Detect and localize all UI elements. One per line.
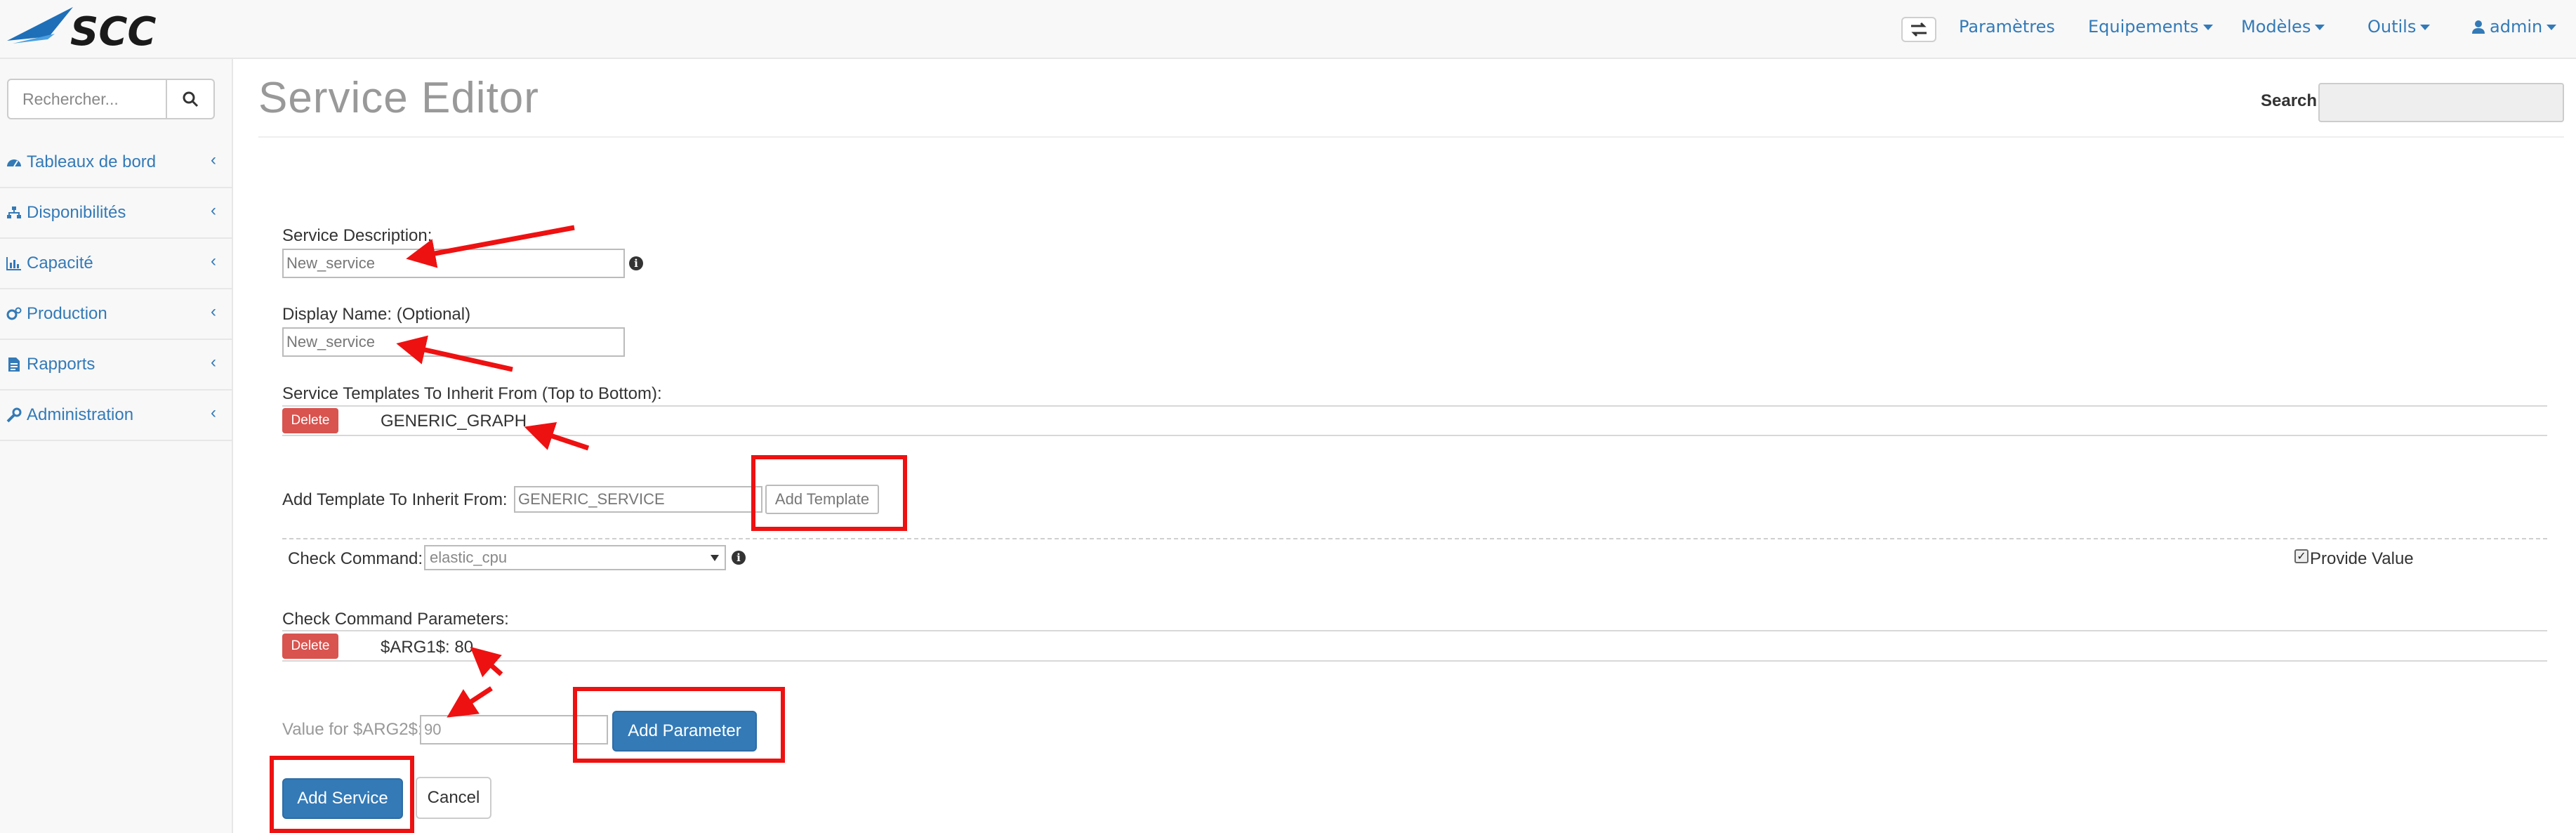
sidebar-item-label: Disponibilités (27, 203, 126, 222)
nav-equipements[interactable]: Equipements (2088, 17, 2213, 37)
sidebar-search-input[interactable]: Rechercher... (7, 79, 167, 119)
service-description-label: Service Description: (282, 226, 432, 245)
exchange-icon[interactable] (1901, 17, 1936, 42)
service-description-input[interactable]: New_service (282, 249, 625, 278)
delete-template-button[interactable]: Delete (282, 408, 338, 433)
section-divider (282, 538, 2547, 539)
chevron-left-icon: ‹ (211, 302, 216, 321)
cancel-button[interactable]: Cancel (416, 777, 491, 819)
scc-logo[interactable]: SCC (6, 6, 195, 55)
nav-admin[interactable]: admin (2471, 17, 2557, 37)
annotation-box-add-service (270, 756, 414, 833)
add-template-input[interactable]: GENERIC_SERVICE (514, 486, 762, 513)
sidebar-item-production[interactable]: Production ‹ (0, 289, 232, 340)
dashboard-icon (6, 154, 22, 171)
table-search-input[interactable] (2318, 83, 2564, 122)
check-command-select[interactable]: elastic_cpu (424, 545, 726, 570)
delete-parameter-button[interactable]: Delete (282, 634, 338, 659)
info-icon[interactable]: i (629, 256, 643, 270)
nav-modeles[interactable]: Modèles (2241, 17, 2325, 37)
user-icon (2472, 20, 2485, 34)
sidebar-item-capacite[interactable]: Capacité ‹ (0, 239, 232, 289)
sidebar-item-label: Rapports (27, 355, 95, 374)
chevron-left-icon: ‹ (211, 353, 216, 372)
sidebar: Rechercher... Tableaux de bord ‹ Disponi… (0, 59, 233, 833)
sidebar-item-label: Tableaux de bord (27, 152, 157, 171)
template-entry: GENERIC_GRAPH (381, 412, 527, 431)
arrow-parameter (470, 646, 503, 678)
gears-icon (6, 306, 22, 322)
chevron-left-icon: ‹ (211, 403, 216, 422)
display-name-label: Display Name: (Optional) (282, 305, 471, 324)
chevron-left-icon: ‹ (211, 251, 216, 270)
chevron-left-icon: ‹ (211, 150, 216, 169)
display-name-input[interactable]: New_service (282, 327, 625, 357)
chevron-down-icon (2202, 25, 2213, 30)
annotation-box-add-parameter (573, 687, 785, 763)
sidebar-item-label: Production (27, 304, 107, 323)
nav-parametres[interactable]: Paramètres (1959, 17, 2055, 37)
annotation-box-add-template (751, 455, 907, 531)
provide-value-checkbox[interactable]: ✓ (2294, 549, 2309, 563)
sidebar-search-button[interactable] (167, 79, 215, 119)
sidebar-item-administration[interactable]: Administration ‹ (0, 391, 232, 441)
chevron-left-icon: ‹ (211, 201, 216, 220)
parameters-top-rule (282, 630, 2547, 631)
sidebar-item-rapports[interactable]: Rapports ‹ (0, 340, 232, 391)
check-command-value: elastic_cpu (430, 549, 508, 566)
title-divider (258, 136, 2564, 138)
sitemap-icon (6, 204, 22, 221)
arrow-new-parameter (447, 686, 493, 718)
sidebar-item-disponibilites[interactable]: Disponibilités ‹ (0, 188, 232, 239)
sidebar-item-label: Capacité (27, 254, 93, 273)
check-command-label: Check Command: (288, 549, 423, 568)
file-icon (6, 356, 22, 373)
parameter-entry: $ARG1$: 80 (381, 638, 474, 657)
add-template-label: Add Template To Inherit From: (282, 490, 508, 509)
wrench-icon (6, 407, 22, 424)
templates-label: Service Templates To Inherit From (Top t… (282, 384, 662, 403)
dropdown-arrow-icon (711, 555, 719, 561)
templates-bottom-rule (282, 435, 2547, 436)
parameters-label: Check Command Parameters: (282, 610, 509, 629)
new-parameter-label: Value for $ARG2$: (282, 720, 423, 739)
sidebar-item-tableaux-de-bord[interactable]: Tableaux de bord ‹ (0, 138, 232, 188)
arrow-template (524, 421, 590, 451)
table-search-label: Search: (2261, 91, 2323, 110)
sidebar-item-label: Administration (27, 405, 134, 424)
info-icon[interactable]: i (732, 551, 746, 565)
parameters-bottom-rule (282, 660, 2547, 662)
search-icon (183, 91, 199, 107)
chevron-down-icon (2420, 25, 2431, 30)
provide-value-label: Provide Value (2310, 549, 2414, 568)
logo-text: SCC (70, 9, 157, 51)
top-navbar: SCC Paramètres Equipements Modèles Outil… (0, 0, 2576, 59)
chevron-down-icon (2315, 25, 2325, 30)
bar-chart-icon (6, 255, 22, 272)
templates-top-rule (282, 405, 2547, 407)
nav-outils[interactable]: Outils (2367, 17, 2431, 37)
page-title: Service Editor (258, 74, 539, 122)
chevron-down-icon (2547, 25, 2557, 30)
